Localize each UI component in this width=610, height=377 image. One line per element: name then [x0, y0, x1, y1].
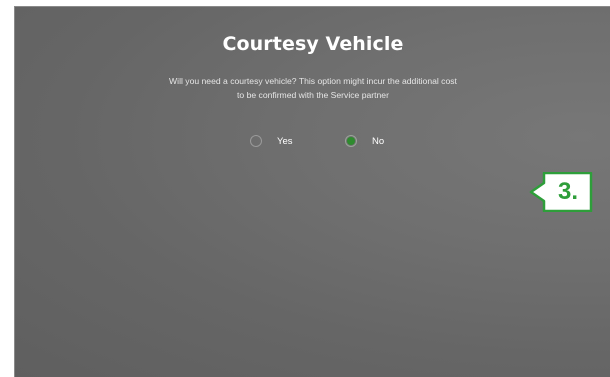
step-number-label: 3.	[557, 178, 578, 205]
radio-option-no[interactable]: No	[345, 131, 384, 151]
radio-label-no: No	[372, 135, 385, 147]
radio-button-checked[interactable]	[345, 135, 357, 147]
step-callout: 3.	[528, 172, 593, 212]
page-title: Courtesy Vehicle	[222, 33, 404, 55]
courtesy-vehicle-panel: Courtesy Vehicle Will you need a courtes…	[14, 6, 610, 377]
radio-button-unchecked[interactable]	[250, 135, 262, 147]
radio-label-yes: Yes	[277, 135, 293, 147]
radio-selected-dot	[347, 137, 355, 145]
screenshot-frame: Courtesy Vehicle Will you need a courtes…	[0, 0, 610, 377]
question-description: Will you need a courtesy vehicle? This o…	[169, 76, 457, 100]
radio-option-yes[interactable]: Yes	[250, 131, 293, 151]
courtesy-vehicle-radio-group: Yes No	[15, 131, 610, 151]
